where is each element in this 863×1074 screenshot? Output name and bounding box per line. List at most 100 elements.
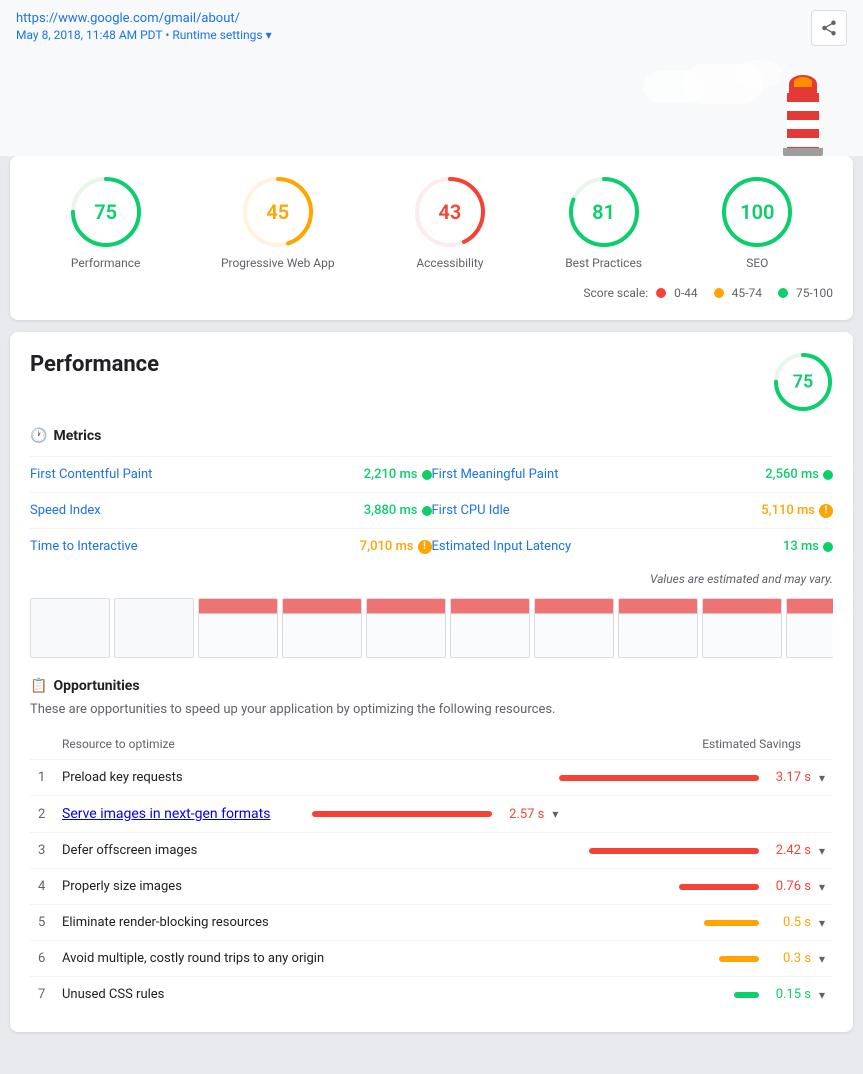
opportunities-list: 1 Preload key requests 3.17 s ▾ 2 Serve … bbox=[30, 759, 833, 1012]
metric-row: Estimated Input Latency 13 ms bbox=[432, 528, 834, 564]
scale-red-dot bbox=[656, 288, 666, 298]
opp-bar bbox=[679, 884, 759, 890]
opp-bar-area: 0.5 s ▾ bbox=[545, 915, 825, 930]
opp-bar bbox=[704, 920, 759, 926]
opp-chevron-icon[interactable]: ▾ bbox=[819, 771, 825, 785]
section-score-circle: 75 bbox=[773, 352, 833, 412]
opportunity-row: 3 Defer offscreen images 2.42 s ▾ bbox=[30, 832, 833, 868]
runtime-settings-link[interactable]: Runtime settings bbox=[172, 28, 262, 42]
opp-bar bbox=[734, 992, 759, 998]
opp-chevron-icon[interactable]: ▾ bbox=[819, 988, 825, 1002]
section-header: Performance 75 bbox=[30, 352, 833, 412]
opp-value: 0.5 s bbox=[767, 915, 811, 930]
opp-value: 2.57 s bbox=[500, 807, 544, 822]
scale-orange-dot bbox=[714, 288, 724, 298]
opportunities-icon: 📋 bbox=[30, 678, 47, 694]
score-circle-performance: 75 bbox=[70, 176, 142, 248]
metric-label: First Meaningful Paint bbox=[432, 467, 559, 482]
opportunities-section: 📋 Opportunities These are opportunities … bbox=[30, 678, 833, 1012]
scale-orange-text: 45-74 bbox=[732, 286, 762, 300]
metric-check-dot bbox=[823, 542, 833, 552]
opp-bar bbox=[559, 775, 759, 781]
metrics-grid: First Contentful Paint 2,210 ms Speed In… bbox=[30, 456, 833, 564]
filmstrip bbox=[30, 594, 833, 662]
opp-label: Unused CSS rules bbox=[62, 987, 537, 1002]
section-title: Performance bbox=[30, 352, 159, 377]
scale-green-text: 75-100 bbox=[796, 286, 833, 300]
filmstrip-frame bbox=[30, 598, 110, 658]
metric-label: First CPU Idle bbox=[432, 503, 510, 518]
opportunities-table-header: Resource to optimize Estimated Savings bbox=[30, 733, 833, 759]
opp-value: 2.42 s bbox=[767, 843, 811, 858]
share-button[interactable] bbox=[811, 10, 847, 46]
opportunities-header: 📋 Opportunities bbox=[30, 678, 833, 694]
metric-row: Speed Index 3,880 ms bbox=[30, 492, 432, 528]
header-info: https://www.google.com/gmail/about/ May … bbox=[16, 10, 272, 42]
col-savings: Estimated Savings bbox=[444, 737, 826, 751]
score-circle-pwa: 45 bbox=[242, 176, 314, 248]
opp-label: Serve images in next-gen formats bbox=[62, 806, 270, 822]
opp-bar-area: 2.57 s ▾ bbox=[278, 807, 558, 822]
opp-label: Eliminate render-blocking resources bbox=[62, 915, 537, 930]
filmstrip-frame bbox=[114, 598, 194, 658]
metric-value: 5,110 ms ! bbox=[761, 503, 833, 518]
opp-chevron-icon[interactable]: ▾ bbox=[819, 844, 825, 858]
performance-section: Performance 75 🕐 Metrics First Contentfu… bbox=[10, 332, 853, 1032]
metric-row: First Meaningful Paint 2,560 ms bbox=[432, 456, 834, 492]
opp-chevron-icon[interactable]: ▾ bbox=[819, 952, 825, 966]
metric-row: First CPU Idle 5,110 ms ! bbox=[432, 492, 834, 528]
filmstrip-frame bbox=[534, 598, 614, 658]
score-label-accessibility: Accessibility bbox=[416, 256, 483, 270]
opp-num: 3 bbox=[38, 843, 54, 858]
score-number-performance: 75 bbox=[94, 200, 117, 224]
opp-chevron-icon[interactable]: ▾ bbox=[819, 916, 825, 930]
metric-label: First Contentful Paint bbox=[30, 467, 152, 482]
score-number-pwa: 45 bbox=[266, 200, 289, 224]
score-item-performance[interactable]: 75 Performance bbox=[70, 176, 142, 270]
opportunity-row: 5 Eliminate render-blocking resources 0.… bbox=[30, 904, 833, 940]
metric-label: Speed Index bbox=[30, 503, 101, 518]
metric-value: 2,560 ms bbox=[765, 467, 833, 482]
opp-label: Avoid multiple, costly round trips to an… bbox=[62, 951, 537, 966]
opportunity-row: 2 Serve images in next-gen formats 2.57 … bbox=[30, 795, 833, 832]
score-label-performance: Performance bbox=[71, 256, 140, 270]
opp-value: 0.15 s bbox=[767, 987, 811, 1002]
score-item-pwa[interactable]: 45 Progressive Web App bbox=[221, 176, 335, 270]
score-number-best-practices: 81 bbox=[592, 200, 615, 224]
score-item-best-practices[interactable]: 81 Best Practices bbox=[565, 176, 642, 270]
metric-info-icon: ! bbox=[418, 540, 432, 554]
metric-check-dot bbox=[422, 506, 432, 516]
opp-chevron-icon[interactable]: ▾ bbox=[552, 807, 558, 821]
scores-row: 75 Performance 45 Progressive Web App 43… bbox=[30, 176, 833, 270]
section-score-num: 75 bbox=[793, 372, 814, 393]
opp-link[interactable]: Serve images in next-gen formats bbox=[62, 806, 270, 822]
opp-label: Defer offscreen images bbox=[62, 843, 537, 858]
opp-bar-area: 0.76 s ▾ bbox=[545, 879, 825, 894]
score-item-accessibility[interactable]: 43 Accessibility bbox=[414, 176, 486, 270]
opp-bar bbox=[312, 811, 492, 817]
opportunity-row: 6 Avoid multiple, costly round trips to … bbox=[30, 940, 833, 976]
page-url[interactable]: https://www.google.com/gmail/about/ bbox=[16, 11, 240, 26]
header-subtitle: May 8, 2018, 11:48 AM PDT • Runtime sett… bbox=[16, 28, 272, 42]
opp-num: 2 bbox=[38, 807, 54, 822]
score-item-seo[interactable]: 100 SEO bbox=[721, 176, 793, 270]
opp-num: 7 bbox=[38, 987, 54, 1002]
metric-row: Time to Interactive 7,010 ms ! bbox=[30, 528, 432, 564]
opp-chevron-icon[interactable]: ▾ bbox=[819, 880, 825, 894]
values-note: Values are estimated and may vary. bbox=[30, 572, 833, 586]
scores-panel: 75 Performance 45 Progressive Web App 43… bbox=[10, 156, 853, 320]
opp-bar bbox=[589, 848, 759, 854]
score-circle-accessibility: 43 bbox=[414, 176, 486, 248]
metric-value: 13 ms bbox=[783, 539, 833, 554]
opp-value: 0.3 s bbox=[767, 951, 811, 966]
opp-bar-area: 0.3 s ▾ bbox=[545, 951, 825, 966]
opp-bar-area: 0.15 s ▾ bbox=[545, 987, 825, 1002]
filmstrip-frame bbox=[786, 598, 833, 658]
hero-area bbox=[0, 56, 863, 156]
scale-row: Score scale: 0-44 45-74 75-100 bbox=[30, 286, 833, 300]
metric-row: First Contentful Paint 2,210 ms bbox=[30, 456, 432, 492]
score-label-best-practices: Best Practices bbox=[565, 256, 642, 270]
opp-num: 5 bbox=[38, 915, 54, 930]
opp-value: 0.76 s bbox=[767, 879, 811, 894]
opp-num: 1 bbox=[38, 770, 54, 785]
